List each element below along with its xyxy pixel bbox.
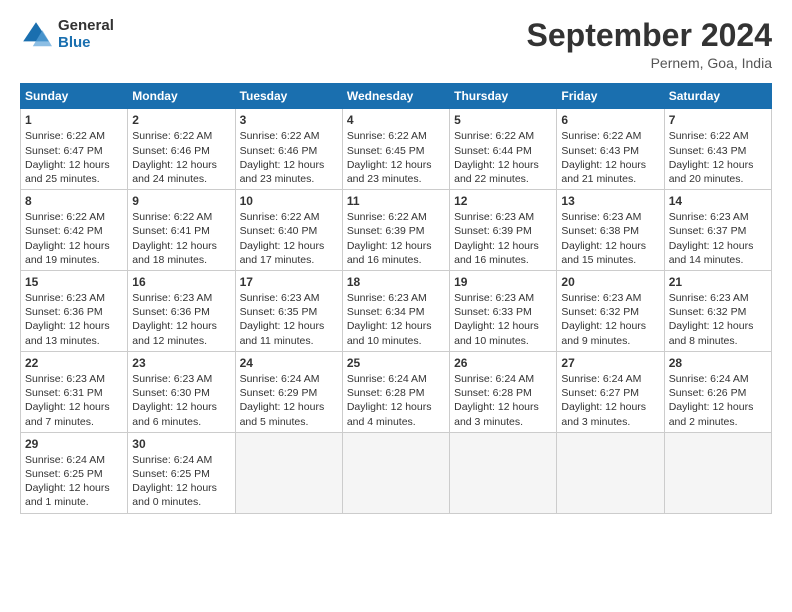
col-tuesday: Tuesday	[235, 84, 342, 109]
day-number: 28	[669, 355, 767, 371]
day-number: 30	[132, 436, 230, 452]
day-number: 26	[454, 355, 552, 371]
table-cell: 28Sunrise: 6:24 AMSunset: 6:26 PMDayligh…	[664, 351, 771, 432]
day-number: 22	[25, 355, 123, 371]
table-cell: 29Sunrise: 6:24 AMSunset: 6:25 PMDayligh…	[21, 432, 128, 513]
subtitle: Pernem, Goa, India	[527, 55, 772, 71]
table-cell: 25Sunrise: 6:24 AMSunset: 6:28 PMDayligh…	[342, 351, 449, 432]
day-number: 13	[561, 193, 659, 209]
day-number: 19	[454, 274, 552, 290]
day-number: 1	[25, 112, 123, 128]
table-cell: 18Sunrise: 6:23 AMSunset: 6:34 PMDayligh…	[342, 270, 449, 351]
logo: General Blue	[20, 18, 114, 51]
table-cell: 8Sunrise: 6:22 AMSunset: 6:42 PMDaylight…	[21, 190, 128, 271]
day-number: 15	[25, 274, 123, 290]
day-number: 14	[669, 193, 767, 209]
table-cell: 21Sunrise: 6:23 AMSunset: 6:32 PMDayligh…	[664, 270, 771, 351]
day-number: 27	[561, 355, 659, 371]
table-cell: 15Sunrise: 6:23 AMSunset: 6:36 PMDayligh…	[21, 270, 128, 351]
table-cell	[235, 432, 342, 513]
day-number: 7	[669, 112, 767, 128]
table-cell: 5Sunrise: 6:22 AMSunset: 6:44 PMDaylight…	[450, 109, 557, 190]
calendar-table: Sunday Monday Tuesday Wednesday Thursday…	[20, 83, 772, 513]
table-cell: 2Sunrise: 6:22 AMSunset: 6:46 PMDaylight…	[128, 109, 235, 190]
table-cell: 11Sunrise: 6:22 AMSunset: 6:39 PMDayligh…	[342, 190, 449, 271]
table-row: 15Sunrise: 6:23 AMSunset: 6:36 PMDayligh…	[21, 270, 772, 351]
day-number: 16	[132, 274, 230, 290]
day-number: 4	[347, 112, 445, 128]
day-number: 12	[454, 193, 552, 209]
day-number: 2	[132, 112, 230, 128]
day-number: 9	[132, 193, 230, 209]
col-wednesday: Wednesday	[342, 84, 449, 109]
table-cell: 7Sunrise: 6:22 AMSunset: 6:43 PMDaylight…	[664, 109, 771, 190]
day-number: 17	[240, 274, 338, 290]
day-number: 18	[347, 274, 445, 290]
table-cell	[557, 432, 664, 513]
table-cell	[342, 432, 449, 513]
day-number: 11	[347, 193, 445, 209]
table-cell: 3Sunrise: 6:22 AMSunset: 6:46 PMDaylight…	[235, 109, 342, 190]
col-friday: Friday	[557, 84, 664, 109]
day-number: 10	[240, 193, 338, 209]
table-cell: 12Sunrise: 6:23 AMSunset: 6:39 PMDayligh…	[450, 190, 557, 271]
table-cell	[664, 432, 771, 513]
day-number: 5	[454, 112, 552, 128]
day-number: 23	[132, 355, 230, 371]
table-cell: 30Sunrise: 6:24 AMSunset: 6:25 PMDayligh…	[128, 432, 235, 513]
logo-blue: Blue	[58, 35, 114, 52]
table-cell: 9Sunrise: 6:22 AMSunset: 6:41 PMDaylight…	[128, 190, 235, 271]
col-thursday: Thursday	[450, 84, 557, 109]
table-cell: 6Sunrise: 6:22 AMSunset: 6:43 PMDaylight…	[557, 109, 664, 190]
table-row: 8Sunrise: 6:22 AMSunset: 6:42 PMDaylight…	[21, 190, 772, 271]
table-cell: 20Sunrise: 6:23 AMSunset: 6:32 PMDayligh…	[557, 270, 664, 351]
table-cell: 26Sunrise: 6:24 AMSunset: 6:28 PMDayligh…	[450, 351, 557, 432]
table-cell: 1Sunrise: 6:22 AMSunset: 6:47 PMDaylight…	[21, 109, 128, 190]
day-number: 29	[25, 436, 123, 452]
table-row: 22Sunrise: 6:23 AMSunset: 6:31 PMDayligh…	[21, 351, 772, 432]
day-number: 21	[669, 274, 767, 290]
day-number: 24	[240, 355, 338, 371]
table-cell: 23Sunrise: 6:23 AMSunset: 6:30 PMDayligh…	[128, 351, 235, 432]
logo-icon	[20, 19, 52, 51]
table-cell: 16Sunrise: 6:23 AMSunset: 6:36 PMDayligh…	[128, 270, 235, 351]
header: General Blue September 2024 Pernem, Goa,…	[20, 18, 772, 71]
day-number: 8	[25, 193, 123, 209]
col-sunday: Sunday	[21, 84, 128, 109]
logo-general: General	[58, 18, 114, 35]
day-number: 20	[561, 274, 659, 290]
day-number: 6	[561, 112, 659, 128]
col-monday: Monday	[128, 84, 235, 109]
month-title: September 2024	[527, 18, 772, 53]
table-cell: 17Sunrise: 6:23 AMSunset: 6:35 PMDayligh…	[235, 270, 342, 351]
table-cell: 10Sunrise: 6:22 AMSunset: 6:40 PMDayligh…	[235, 190, 342, 271]
main-container: General Blue September 2024 Pernem, Goa,…	[0, 0, 792, 524]
table-cell: 14Sunrise: 6:23 AMSunset: 6:37 PMDayligh…	[664, 190, 771, 271]
table-cell: 27Sunrise: 6:24 AMSunset: 6:27 PMDayligh…	[557, 351, 664, 432]
table-cell: 13Sunrise: 6:23 AMSunset: 6:38 PMDayligh…	[557, 190, 664, 271]
table-cell: 19Sunrise: 6:23 AMSunset: 6:33 PMDayligh…	[450, 270, 557, 351]
title-block: September 2024 Pernem, Goa, India	[527, 18, 772, 71]
header-row: Sunday Monday Tuesday Wednesday Thursday…	[21, 84, 772, 109]
table-cell: 22Sunrise: 6:23 AMSunset: 6:31 PMDayligh…	[21, 351, 128, 432]
table-cell: 4Sunrise: 6:22 AMSunset: 6:45 PMDaylight…	[342, 109, 449, 190]
table-row: 1Sunrise: 6:22 AMSunset: 6:47 PMDaylight…	[21, 109, 772, 190]
col-saturday: Saturday	[664, 84, 771, 109]
day-number: 25	[347, 355, 445, 371]
table-cell: 24Sunrise: 6:24 AMSunset: 6:29 PMDayligh…	[235, 351, 342, 432]
table-row: 29Sunrise: 6:24 AMSunset: 6:25 PMDayligh…	[21, 432, 772, 513]
logo-text: General Blue	[58, 18, 114, 51]
table-cell	[450, 432, 557, 513]
day-number: 3	[240, 112, 338, 128]
